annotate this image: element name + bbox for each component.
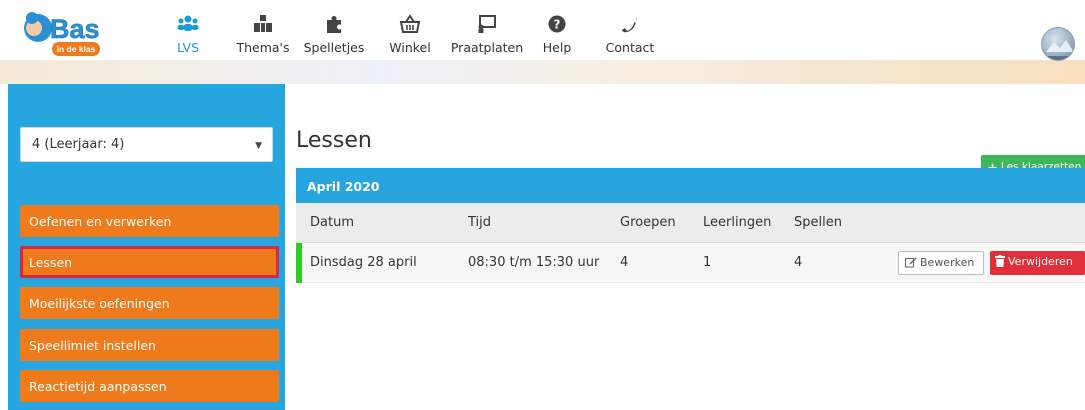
column-header-spellen: Spellen	[794, 215, 842, 230]
top-header: Bas in de klas LVS Thema's Spelletjes Wi…	[0, 0, 1085, 84]
nav-label-spelletjes: Spelletjes	[303, 40, 365, 55]
column-header-datum: Datum	[310, 215, 354, 230]
nav-item-themas[interactable]: Thema's	[234, 14, 292, 55]
sidebar-item-label: Lessen	[29, 255, 73, 270]
header-decorative-band	[0, 60, 1085, 84]
month-header: April 2020	[296, 168, 1085, 203]
page-title: Lessen	[296, 128, 372, 153]
row-status-marker	[296, 243, 302, 283]
table-header: Datum Tijd Groepen Leerlingen Spellen	[296, 203, 1085, 243]
nav-label-themas: Thema's	[236, 40, 290, 55]
edit-button[interactable]: Bewerken	[898, 251, 984, 275]
class-select-value: 4 (Leerjaar: 4)	[32, 137, 125, 152]
trash-icon	[995, 255, 1005, 267]
caret-down-icon: ▼	[255, 141, 262, 151]
sidebar-item-label: Oefenen en verwerken	[29, 214, 172, 229]
cell-leerlingen: 1	[703, 255, 712, 270]
month-label: April 2020	[307, 179, 380, 194]
nav-item-spelletjes[interactable]: Spelletjes	[303, 14, 365, 55]
phone-icon	[622, 16, 637, 33]
nav-item-contact[interactable]: Contact	[602, 14, 658, 55]
svg-text:in de klas: in de klas	[57, 44, 96, 54]
sidebar-item-label: Speellimiet instellen	[29, 338, 156, 353]
nav-item-help[interactable]: ? Help	[540, 14, 574, 55]
svg-text:?: ?	[554, 18, 561, 32]
nav-label-lvs: LVS	[176, 40, 200, 55]
presentation-icon	[478, 15, 496, 33]
delete-label: Verwijderen	[1008, 255, 1073, 268]
sidebar-item-moeilijkste-oefeningen[interactable]: Moeilijkste oefeningen	[20, 287, 279, 319]
sidebar-item-label: Reactietijd aanpassen	[29, 379, 167, 394]
class-select[interactable]: 4 (Leerjaar: 4) ▼	[20, 127, 273, 162]
nav-item-winkel[interactable]: Winkel	[389, 14, 431, 55]
sidebar-item-label: Moeilijkste oefeningen	[29, 296, 170, 311]
sidebar-item-oefenen-en-verwerken[interactable]: Oefenen en verwerken	[20, 205, 279, 237]
nav-item-praatplaten[interactable]: Praatplaten	[447, 14, 527, 55]
sidebar-item-reactietijd-aanpassen[interactable]: Reactietijd aanpassen	[20, 370, 279, 402]
nav-label-praatplaten: Praatplaten	[450, 40, 524, 55]
users-icon	[177, 15, 199, 31]
bas-logo[interactable]: Bas in de klas	[20, 6, 120, 60]
cell-tijd: 08:30 t/m 15:30 uur	[468, 255, 600, 270]
svg-text:Bas: Bas	[50, 14, 100, 44]
delete-button[interactable]: Verwijderen	[990, 251, 1085, 275]
column-header-tijd: Tijd	[468, 215, 492, 230]
cell-groepen: 4	[620, 255, 629, 270]
sidebar: 4 (Leerjaar: 4) ▼ Oefenen en verwerken L…	[8, 84, 285, 410]
edit-label: Bewerken	[920, 256, 975, 269]
sidebar-item-lessen[interactable]: Lessen	[20, 246, 279, 278]
cell-datum: Dinsdag 28 april	[310, 255, 417, 270]
puzzle-icon	[327, 16, 341, 33]
help-icon: ?	[548, 15, 566, 33]
avatar[interactable]	[1041, 27, 1075, 61]
nav-label-help: Help	[542, 40, 572, 55]
column-header-groepen: Groepen	[620, 215, 676, 230]
sidebar-item-speellimiet-instellen[interactable]: Speellimiet instellen	[20, 329, 279, 361]
table-row: Dinsdag 28 april 08:30 t/m 15:30 uur 4 1…	[296, 243, 1085, 283]
nav-item-lvs[interactable]: LVS	[170, 14, 206, 55]
column-header-leerlingen: Leerlingen	[703, 215, 772, 230]
blocks-icon	[254, 15, 272, 32]
basket-icon	[399, 14, 421, 33]
cell-spellen: 4	[794, 255, 803, 270]
nav-label-contact: Contact	[605, 40, 655, 55]
edit-icon	[905, 257, 917, 268]
nav-label-winkel: Winkel	[389, 40, 431, 55]
